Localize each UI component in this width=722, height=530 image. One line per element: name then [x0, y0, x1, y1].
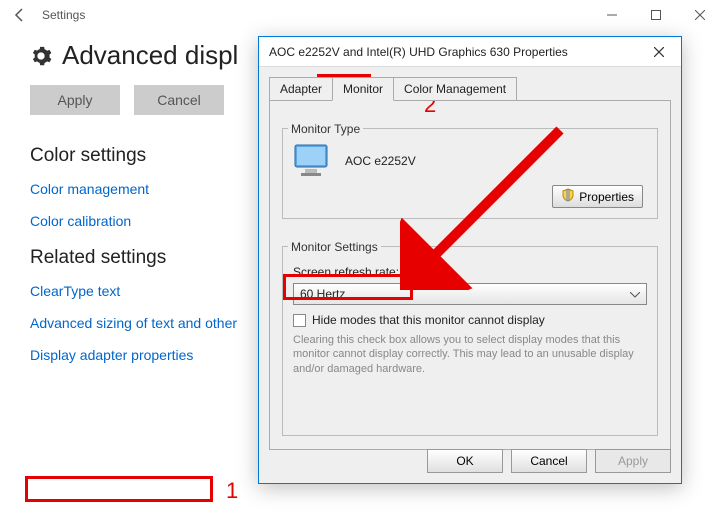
dialog-button-row: OK Cancel Apply — [427, 449, 671, 473]
tab-monitor[interactable]: Monitor — [332, 77, 394, 101]
minimize-button[interactable] — [590, 0, 634, 30]
monitor-settings-group: Screen refresh rate: 60 Hertz Hide modes… — [282, 246, 658, 436]
apply-button[interactable]: Apply — [30, 85, 120, 115]
back-button[interactable] — [0, 0, 40, 30]
monitor-settings-label: Monitor Settings — [288, 240, 381, 254]
refresh-rate-value: 60 Hertz — [300, 287, 345, 301]
monitor-type-group: AOC e2252V Properties — [282, 128, 658, 219]
gear-icon — [30, 45, 52, 67]
monitor-type-label: Monitor Type — [288, 122, 363, 136]
dialog-cancel-button[interactable]: Cancel — [511, 449, 587, 473]
hide-modes-hint: Clearing this check box allows you to se… — [293, 333, 647, 376]
settings-window-title: Settings — [40, 8, 590, 22]
dialog-titlebar: AOC e2252V and Intel(R) UHD Graphics 630… — [259, 37, 681, 67]
properties-button[interactable]: Properties — [552, 185, 643, 208]
shield-icon — [561, 188, 575, 205]
dialog-apply-button[interactable]: Apply — [595, 449, 671, 473]
hide-modes-row: Hide modes that this monitor cannot disp… — [293, 313, 647, 327]
window-controls — [590, 0, 722, 30]
properties-button-label: Properties — [579, 190, 634, 204]
link-display-adapter-properties[interactable]: Display adapter properties — [30, 347, 193, 363]
dialog-tabs: Adapter Monitor Color Management — [269, 77, 671, 101]
ok-button[interactable]: OK — [427, 449, 503, 473]
settings-titlebar: Settings — [0, 0, 722, 30]
refresh-rate-label: Screen refresh rate: — [293, 265, 647, 279]
dialog-close-button[interactable] — [637, 37, 681, 67]
hide-modes-label: Hide modes that this monitor cannot disp… — [312, 313, 545, 327]
tab-panel-monitor: Monitor Type AOC e2252V Properties Monit… — [269, 100, 671, 450]
maximize-button[interactable] — [634, 0, 678, 30]
cancel-button[interactable]: Cancel — [134, 85, 224, 115]
tab-adapter[interactable]: Adapter — [269, 77, 333, 101]
refresh-rate-dropdown[interactable]: 60 Hertz — [293, 283, 647, 305]
close-button[interactable] — [678, 0, 722, 30]
page-title: Advanced displ — [62, 40, 238, 71]
hide-modes-checkbox[interactable] — [293, 314, 306, 327]
tab-color-management[interactable]: Color Management — [393, 77, 517, 101]
monitor-name: AOC e2252V — [345, 154, 416, 168]
dialog-title: AOC e2252V and Intel(R) UHD Graphics 630… — [269, 45, 637, 59]
monitor-icon — [293, 143, 333, 179]
monitor-info-row: AOC e2252V — [293, 143, 647, 179]
properties-dialog: AOC e2252V and Intel(R) UHD Graphics 630… — [258, 36, 682, 484]
chevron-down-icon — [630, 287, 640, 301]
